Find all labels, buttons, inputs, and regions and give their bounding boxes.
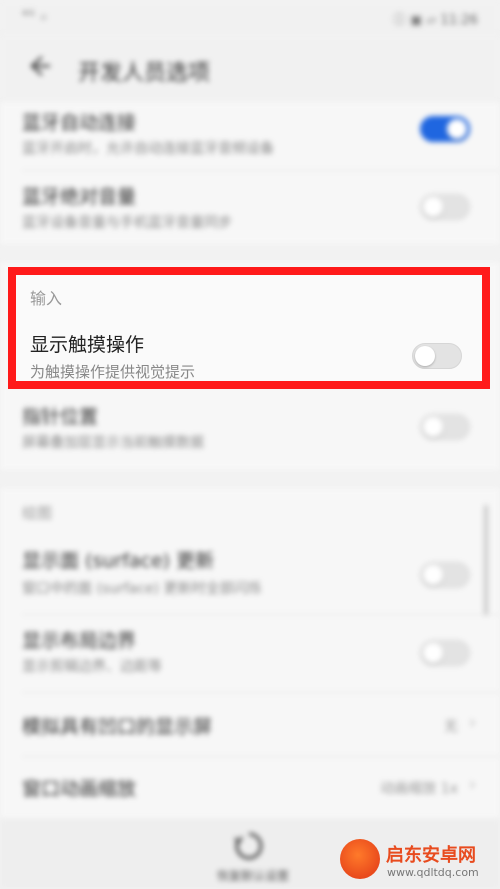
setting-row-pointer-location[interactable]: 指针位置 屏幕叠加层显示当前触摸数据: [0, 396, 500, 466]
setting-subtitle: 窗口中的面 (surface) 更新时全部闪烁: [22, 581, 262, 597]
setting-row-bluetooth-auto[interactable]: 蓝牙自动连接 蓝牙开启时，允许自动连接蓝牙音频设备: [0, 102, 500, 168]
show-touches-title: 显示触摸操作: [30, 334, 145, 356]
toggle-knob: [423, 643, 443, 663]
section-title-drawing: 绘图: [22, 504, 53, 522]
reset-defaults-button[interactable]: 恢复默认设置: [208, 867, 298, 884]
toggle-knob: [423, 197, 443, 217]
back-arrow-icon[interactable]: [24, 52, 52, 80]
setting-row-bluetooth-abs-volume[interactable]: 蓝牙绝对音量 蓝牙设备音量与手机蓝牙音量同步: [0, 172, 500, 242]
bluetooth-auto-toggle[interactable]: [420, 116, 470, 142]
setting-subtitle: 显示剪辑边界、边距等: [22, 659, 162, 675]
setting-subtitle: 屏幕叠加层显示当前触摸数据: [22, 435, 204, 451]
toggle-knob: [423, 417, 443, 437]
pointer-location-toggle[interactable]: [420, 414, 470, 440]
watermark-url: www.qdltdq.com: [387, 866, 479, 879]
divider: [22, 756, 500, 757]
signal-indicator: ⁴ᴳ ᵢₗ: [22, 9, 48, 24]
layout-bounds-toggle[interactable]: [420, 640, 470, 666]
toggle-knob: [415, 346, 435, 366]
drawing-card: 绘图 显示面 (surface) 更新 窗口中的面 (surface) 更新时全…: [0, 488, 500, 820]
setting-title: 指针位置: [22, 406, 99, 428]
reset-icon[interactable]: [232, 829, 266, 863]
scrollbar[interactable]: [484, 505, 488, 615]
setting-subtitle: 蓝牙设备音量与手机蓝牙音量同步: [22, 215, 232, 231]
divider: [22, 692, 500, 693]
divider: [22, 614, 500, 615]
chevron-right-icon: ›: [468, 774, 476, 795]
setting-row-window-animation[interactable]: 窗口动画缩放 动画缩放 1x ›: [0, 760, 500, 816]
setting-value: 无: [444, 719, 458, 735]
divider: [22, 170, 500, 171]
toggle-knob: [447, 119, 467, 139]
show-touches-subtitle: 为触摸操作提供视觉提示: [30, 363, 196, 381]
setting-title: 窗口动画缩放: [22, 778, 137, 800]
watermark-logo-icon: [340, 839, 380, 879]
app-bar: 开发人员选项: [0, 34, 500, 102]
setting-row-display-cutout[interactable]: 模拟具有凹口的显示屏 无 ›: [0, 698, 500, 754]
status-right: ⓘ ▣ ▱ 11:26: [392, 13, 478, 28]
watermark-title: 启东安卓网: [386, 845, 476, 866]
watermark: 启东安卓网 www.qdltdq.com: [330, 833, 500, 889]
setting-title: 蓝牙自动连接: [22, 112, 137, 134]
toggle-knob: [423, 565, 443, 585]
bluetooth-card: 蓝牙自动连接 蓝牙开启时，允许自动连接蓝牙音频设备 蓝牙绝对音量 蓝牙设备音量与…: [0, 102, 500, 244]
setting-title: 显示面 (surface) 更新: [22, 550, 215, 572]
section-title-input: 输入: [30, 289, 63, 308]
chevron-right-icon: ›: [468, 712, 476, 733]
setting-row-surface-updates[interactable]: 显示面 (surface) 更新 窗口中的面 (surface) 更新时全部闪烁: [0, 540, 500, 610]
setting-title: 显示布局边界: [22, 630, 137, 652]
setting-title: 模拟具有凹口的显示屏: [22, 716, 213, 738]
surface-updates-toggle[interactable]: [420, 562, 470, 588]
highlight-box: 输入 显示触摸操作 为触摸操作提供视觉提示: [8, 267, 490, 389]
status-bar: ⁴ᴳ ᵢₗ ⓘ ▣ ▱ 11:26: [0, 0, 500, 34]
page-title: 开发人员选项: [78, 61, 211, 86]
setting-row-layout-bounds[interactable]: 显示布局边界 显示剪辑边界、边距等: [0, 620, 500, 686]
bluetooth-abs-volume-toggle[interactable]: [420, 194, 470, 220]
setting-value: 动画缩放 1x: [380, 781, 458, 797]
setting-subtitle: 蓝牙开启时，允许自动连接蓝牙音频设备: [22, 141, 274, 157]
show-touches-toggle[interactable]: [412, 343, 462, 369]
setting-title: 蓝牙绝对音量: [22, 186, 137, 208]
